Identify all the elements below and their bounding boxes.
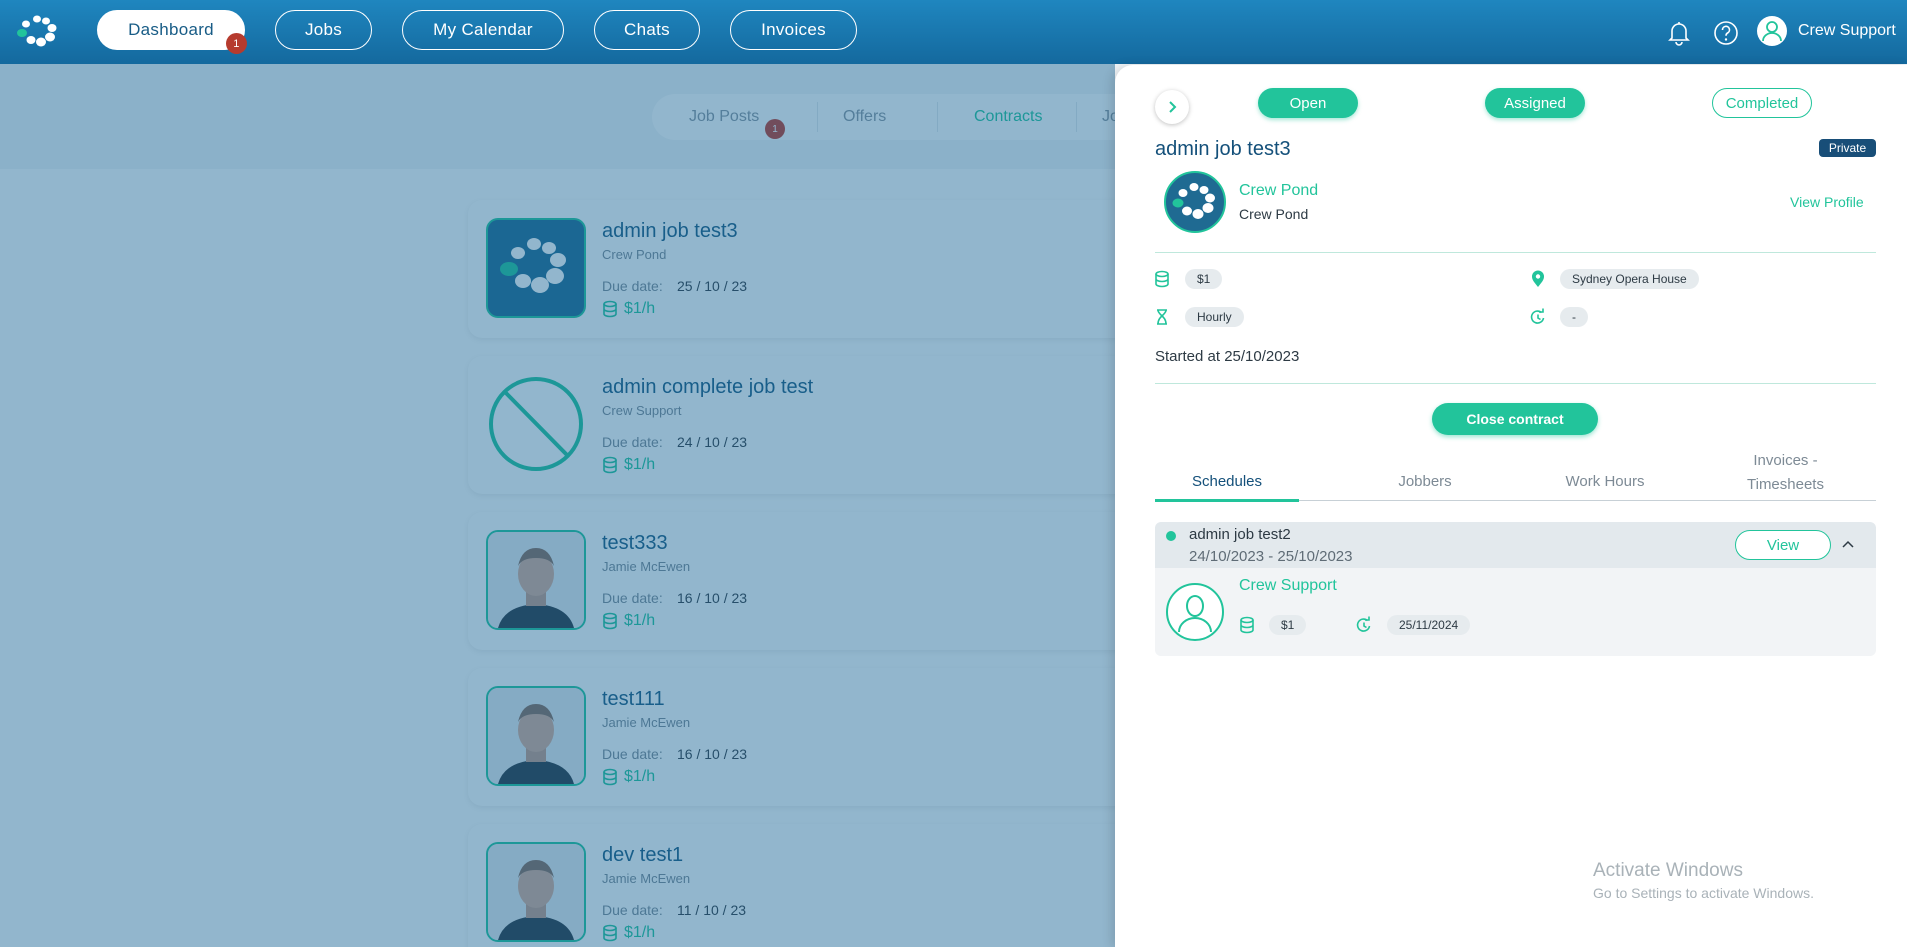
chevron-up-icon[interactable] <box>1840 536 1856 552</box>
schedule-date-chip: 25/11/2024 <box>1387 615 1471 635</box>
active-tab-indicator <box>1155 499 1299 502</box>
nav-dashboard-button[interactable]: Dashboard 1 <box>97 10 247 54</box>
nav-chats-button[interactable]: Chats <box>594 10 700 50</box>
divider <box>1155 252 1876 253</box>
modal-overlay[interactable] <box>0 64 1115 947</box>
contract-title: admin job test3 <box>1155 138 1291 160</box>
pay-type-chip: Hourly <box>1185 307 1244 327</box>
top-navbar: Dashboard 1 Jobs My Calendar Chats Invoi… <box>0 0 1907 64</box>
status-completed: Completed <box>1712 88 1812 118</box>
tab-work-hours[interactable]: Work Hours <box>1515 473 1695 490</box>
user-avatar-icon <box>1166 583 1224 641</box>
recurrence-icon <box>1530 308 1545 324</box>
nav-calendar-label: My Calendar <box>433 20 533 39</box>
private-badge: Private <box>1819 139 1876 157</box>
tab-invoices-timesheets[interactable]: Invoices - Timesheets <box>1695 449 1876 497</box>
close-contract-button[interactable]: Close contract <box>1432 403 1598 435</box>
crew-pond-logo[interactable] <box>14 14 60 48</box>
recurrence-chip: - <box>1560 307 1588 327</box>
tab-schedules[interactable]: Schedules <box>1155 473 1299 490</box>
status-open: Open <box>1258 88 1358 118</box>
nav-jobs-label: Jobs <box>304 20 343 39</box>
notification-count-badge: 1 <box>226 33 247 54</box>
recurrence-icon <box>1356 616 1371 632</box>
tab-invoices-label-2: Timesheets <box>1747 476 1824 493</box>
location-pin-icon <box>1532 270 1544 287</box>
hourglass-icon <box>1157 309 1167 325</box>
schedule-rate-chip: $1 <box>1269 615 1307 635</box>
bell-icon[interactable] <box>1663 17 1695 49</box>
nav-jobs-button[interactable]: Jobs <box>275 10 372 50</box>
company-avatar <box>1164 171 1226 233</box>
schedule-dates: 24/10/2023 - 25/10/2023 <box>1189 548 1353 565</box>
nav-invoices-label: Invoices <box>761 20 826 39</box>
contract-details-panel <box>1115 65 1907 947</box>
user-name[interactable]: Crew Support <box>1798 22 1896 40</box>
activate-windows-subtitle: Go to Settings to activate Windows. <box>1593 885 1814 901</box>
status-dot <box>1166 531 1176 541</box>
chevron-right-icon <box>1169 101 1177 113</box>
help-icon[interactable] <box>1710 17 1742 49</box>
company-name-link[interactable]: Crew Pond <box>1239 182 1318 200</box>
collapse-panel-button[interactable] <box>1155 90 1189 124</box>
activate-windows-title: Activate Windows <box>1593 860 1743 881</box>
nav-invoices-button[interactable]: Invoices <box>730 10 857 50</box>
coins-icon <box>1240 616 1254 634</box>
company-subtitle: Crew Pond <box>1239 206 1309 222</box>
jobber-name-link[interactable]: Crew Support <box>1239 577 1337 595</box>
status-assigned: Assigned <box>1485 88 1585 118</box>
location-chip: Sydney Opera House <box>1560 269 1699 289</box>
nav-chats-label: Chats <box>624 20 670 39</box>
view-schedule-button[interactable]: View <box>1735 530 1831 560</box>
started-at-text: Started at 25/10/2023 <box>1155 348 1300 365</box>
rate-chip: $1 <box>1185 269 1223 289</box>
schedule-title: admin job test2 <box>1189 526 1291 543</box>
tab-invoices-label-1: Invoices - <box>1753 452 1818 469</box>
coins-icon <box>1155 270 1169 288</box>
view-profile-link[interactable]: View Profile <box>1790 194 1864 210</box>
user-avatar-icon[interactable] <box>1756 15 1788 47</box>
nav-dashboard-label: Dashboard <box>128 20 214 39</box>
tab-jobbers[interactable]: Jobbers <box>1335 473 1515 490</box>
divider <box>1155 383 1876 384</box>
nav-calendar-button[interactable]: My Calendar <box>402 10 564 50</box>
